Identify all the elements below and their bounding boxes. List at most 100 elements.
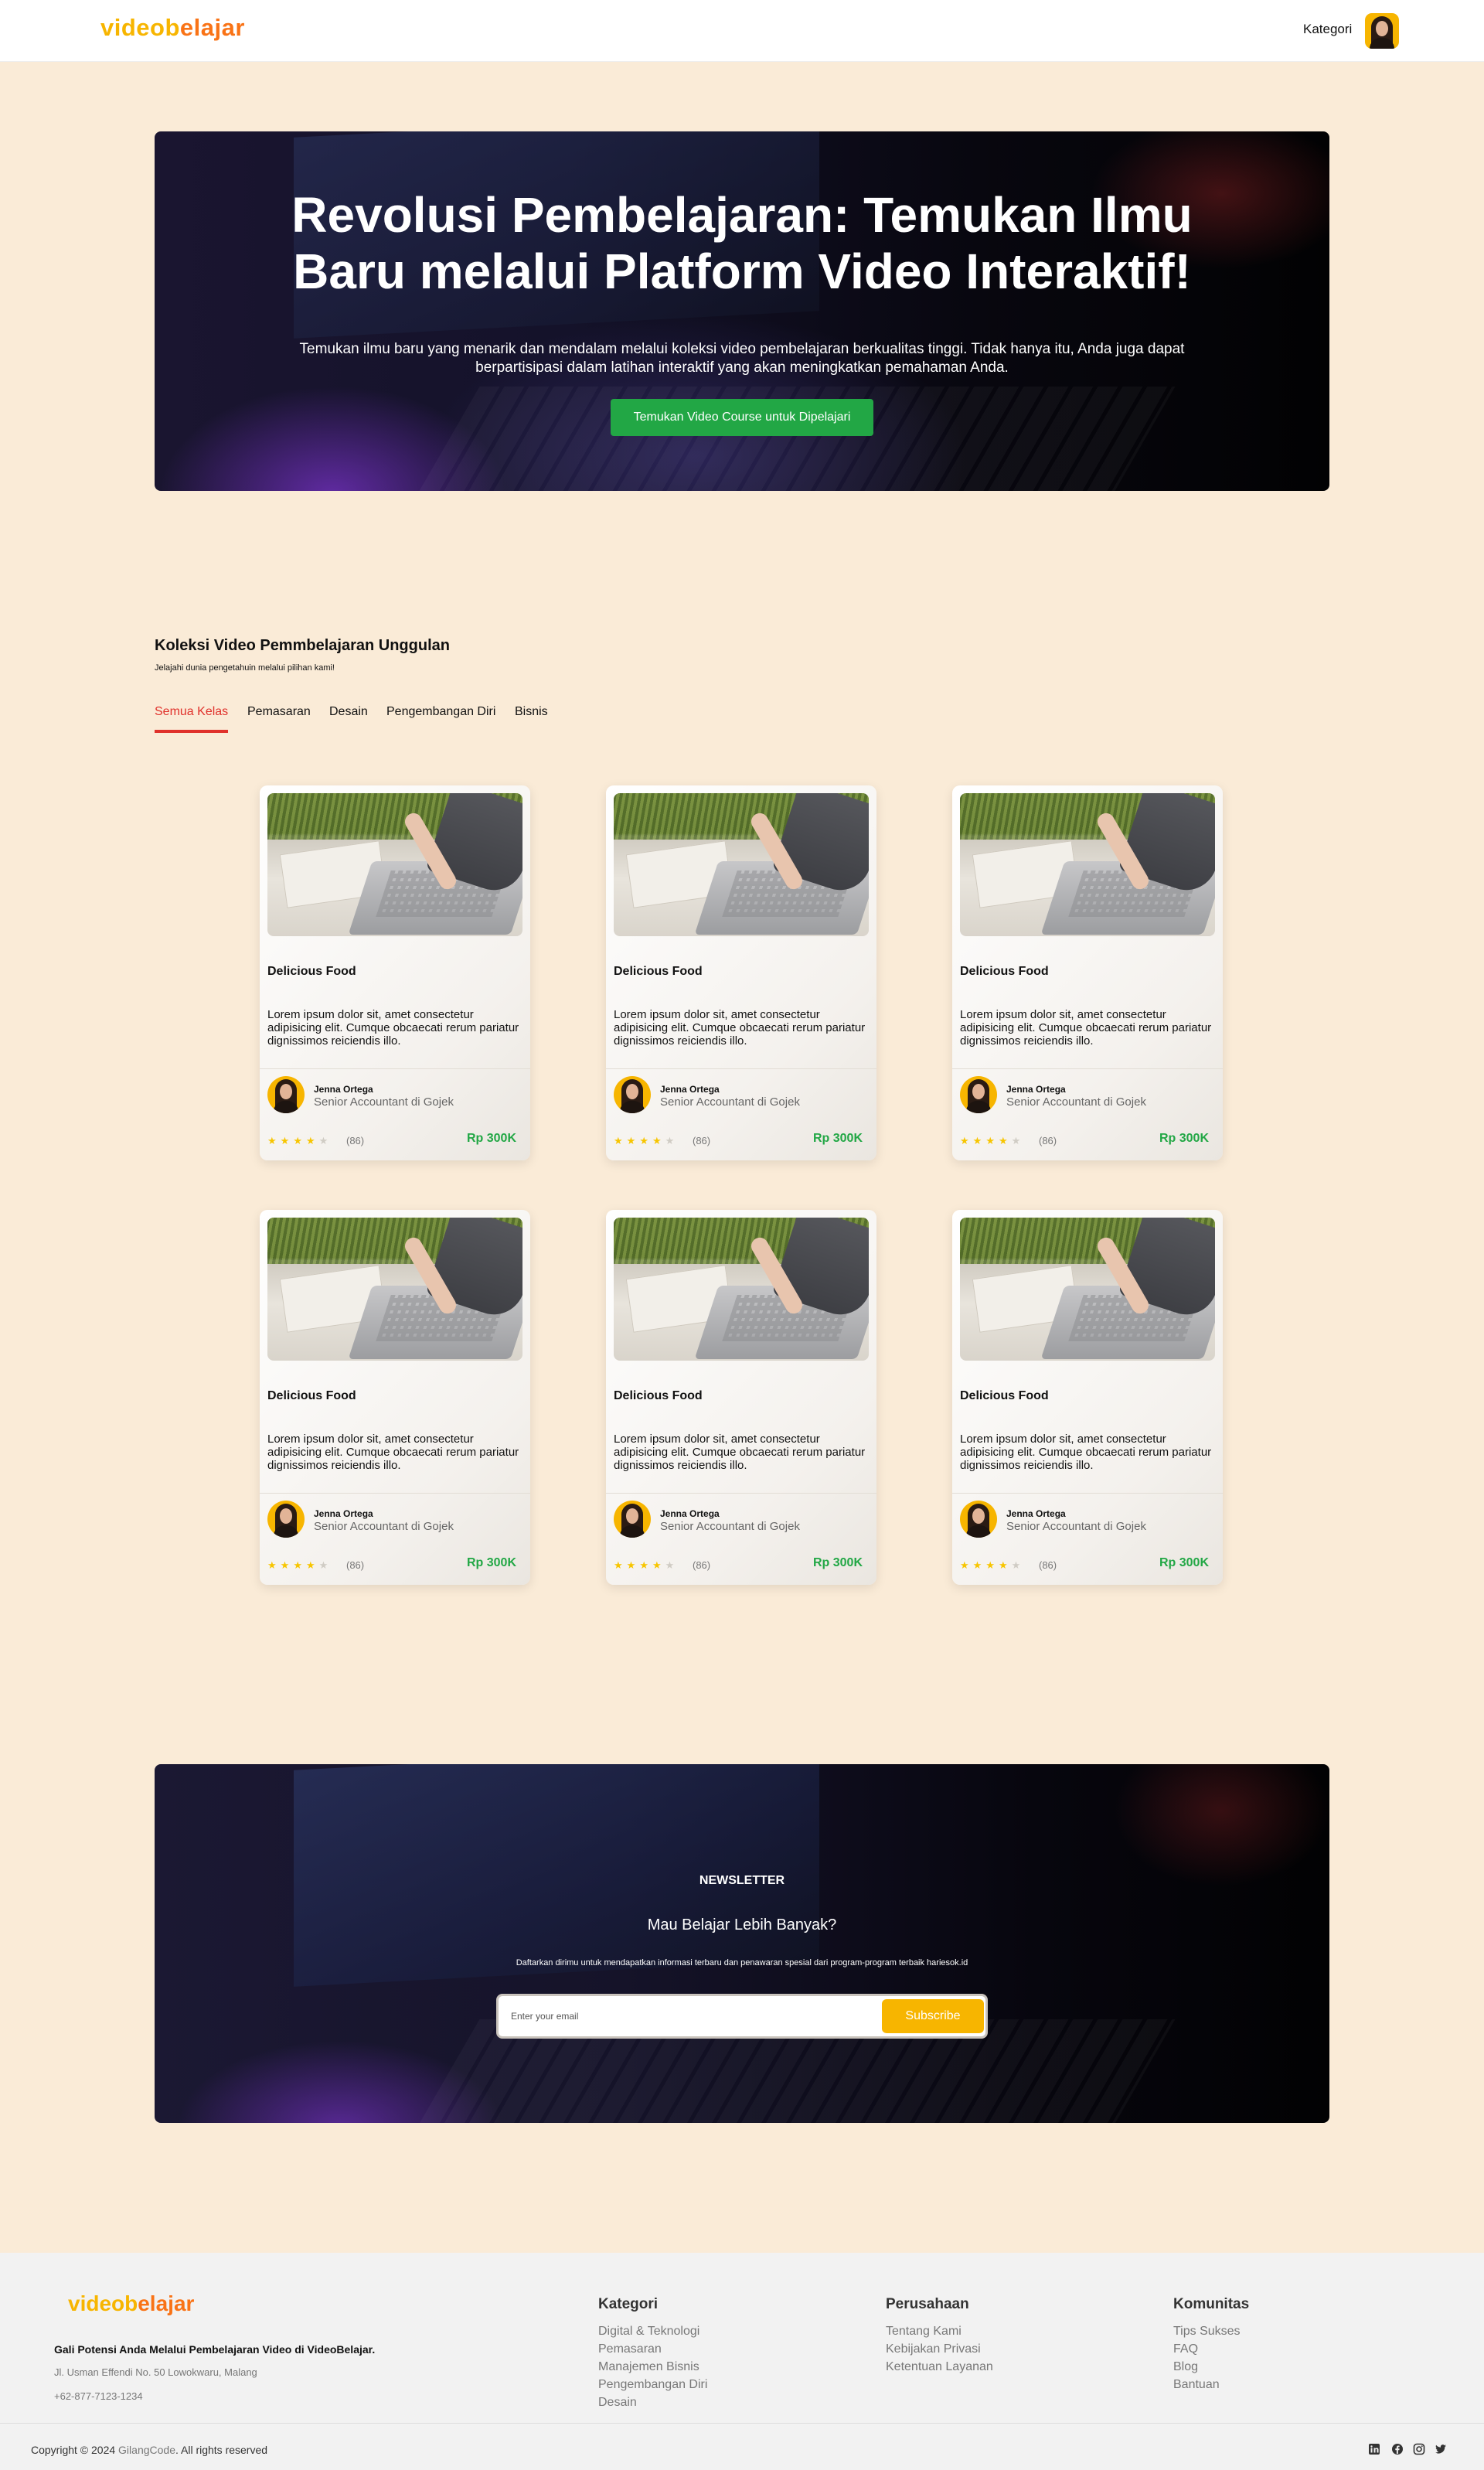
course-title: Delicious Food xyxy=(960,1389,1049,1402)
course-card[interactable]: Delicious Food Lorem ipsum dolor sit, ame… xyxy=(260,1210,530,1585)
footer-link[interactable]: Pengembangan Diri xyxy=(598,2376,707,2393)
star-icon: ★ xyxy=(626,1135,640,1146)
author-name: Jenna Ortega xyxy=(314,1508,373,1519)
star-icon: ★ xyxy=(280,1135,294,1146)
course-description: Lorem ipsum dolor sit, amet consectetur … xyxy=(960,1433,1212,1472)
course-thumbnail xyxy=(614,793,869,936)
author-avatar xyxy=(960,1076,997,1113)
hero-subtitle: Temukan ilmu baru yang menarik dan menda… xyxy=(299,341,1185,376)
facebook-icon[interactable] xyxy=(1391,2443,1404,2455)
course-card[interactable]: Delicious Food Lorem ipsum dolor sit, ame… xyxy=(606,1210,876,1585)
footer-link[interactable]: Blog xyxy=(1173,2358,1249,2376)
review-count: (86) xyxy=(346,1135,365,1146)
tab-semua-kelas[interactable]: Semua Kelas xyxy=(155,705,229,733)
star-icon: ★ xyxy=(972,1135,986,1146)
hero-title: Revolusi Pembelajaran: Temukan Ilmu Baru… xyxy=(155,187,1329,300)
review-count: (86) xyxy=(1039,1559,1057,1571)
newsletter-section: NEWSLETTER Mau Belajar Lebih Banyak? Daf… xyxy=(155,1764,1329,2123)
author-role: Senior Accountant di Gojek xyxy=(314,1095,454,1109)
star-icon: ★ xyxy=(614,1135,627,1146)
star-icon: ★ xyxy=(652,1559,665,1571)
email-input[interactable] xyxy=(511,2004,851,2029)
collection-subtitle: Jelajahi dunia pengetahuin melalui pilih… xyxy=(155,663,335,673)
card-divider xyxy=(952,1493,1223,1494)
star-icon: ★ xyxy=(293,1135,306,1146)
footer-link[interactable]: Ketentuan Layanan xyxy=(886,2358,993,2376)
footer-logo-part1: videob xyxy=(68,2291,138,2315)
logo[interactable]: videobelajar xyxy=(100,14,245,42)
star-icon: ★ xyxy=(293,1559,306,1571)
course-description: Lorem ipsum dolor sit, amet consectetur … xyxy=(614,1008,866,1048)
course-card[interactable]: Delicious Food Lorem ipsum dolor sit, ame… xyxy=(606,785,876,1160)
instagram-icon[interactable] xyxy=(1413,2443,1425,2455)
card-divider xyxy=(260,1493,530,1494)
course-title: Delicious Food xyxy=(614,965,703,978)
footer-link[interactable]: Bantuan xyxy=(1173,2376,1249,2393)
linkedin-icon[interactable] xyxy=(1368,2443,1380,2455)
hero-cta-button[interactable]: Temukan Video Course untuk Dipelajari xyxy=(611,399,873,436)
card-divider xyxy=(952,1068,1223,1069)
course-card[interactable]: Delicious Food Lorem ipsum dolor sit, ame… xyxy=(952,1210,1223,1585)
subscribe-button[interactable]: Subscribe xyxy=(882,1999,984,2033)
course-thumbnail xyxy=(267,793,522,936)
footer-col-komunitas: Komunitas Tips Sukses FAQ Blog Bantuan xyxy=(1173,2296,1249,2393)
footer-col-perusahaan: Perusahaan Tentang Kami Kebijakan Privas… xyxy=(886,2296,993,2376)
course-title: Delicious Food xyxy=(267,965,356,978)
nav-kategori-link[interactable]: Kategori xyxy=(1303,22,1352,37)
star-icon: ★ xyxy=(960,1135,973,1146)
star-icon: ★ xyxy=(305,1559,319,1571)
footer-link[interactable]: Kebijakan Privasi xyxy=(886,2340,993,2358)
tab-pengembangan-diri[interactable]: Pengembangan Diri xyxy=(386,705,495,730)
hero-banner: Revolusi Pembelajaran: Temukan Ilmu Baru… xyxy=(155,131,1329,491)
course-description: Lorem ipsum dolor sit, amet consectetur … xyxy=(267,1433,519,1472)
footer-link[interactable]: FAQ xyxy=(1173,2340,1249,2358)
footer-link[interactable]: Tips Sukses xyxy=(1173,2322,1249,2340)
course-thumbnail xyxy=(614,1218,869,1361)
footer-col-title: Komunitas xyxy=(1173,2296,1250,2312)
card-divider xyxy=(606,1068,876,1069)
footer-logo[interactable]: videobelajar xyxy=(68,2291,194,2316)
author-avatar xyxy=(960,1501,997,1538)
course-price: Rp 300K xyxy=(466,1132,516,1145)
logo-part1: videob xyxy=(100,14,180,41)
author-avatar xyxy=(267,1501,305,1538)
footer-link[interactable]: Tentang Kami xyxy=(886,2322,993,2340)
footer-link[interactable]: Manajemen Bisnis xyxy=(598,2358,707,2376)
star-icon: ★ xyxy=(985,1559,999,1571)
collection-title: Koleksi Video Pemmbelajaran Unggulan xyxy=(155,637,450,654)
star-icon: ★ xyxy=(318,1559,332,1571)
card-divider xyxy=(260,1068,530,1069)
star-icon: ★ xyxy=(1011,1135,1025,1146)
logo-part2: elajar xyxy=(179,14,245,41)
author-role: Senior Accountant di Gojek xyxy=(660,1095,800,1109)
footer-link[interactable]: Pemasaran xyxy=(598,2340,707,2358)
course-price: Rp 300K xyxy=(812,1132,863,1145)
star-icon: ★ xyxy=(614,1559,627,1571)
user-avatar[interactable] xyxy=(1365,13,1399,49)
rating-stars: ★★★★★ xyxy=(267,1135,332,1147)
author-avatar xyxy=(267,1076,305,1113)
author-role: Senior Accountant di Gojek xyxy=(1006,1095,1146,1109)
tab-pemasaran[interactable]: Pemasaran xyxy=(247,705,311,730)
copyright-brand[interactable]: GilangCode xyxy=(118,2444,175,2456)
footer-col-title: Kategori xyxy=(598,2296,659,2312)
course-card[interactable]: Delicious Food Lorem ipsum dolor sit, ame… xyxy=(952,785,1223,1160)
footer-link[interactable]: Digital & Teknologi xyxy=(598,2322,707,2340)
star-icon: ★ xyxy=(639,1559,652,1571)
tab-desain[interactable]: Desain xyxy=(329,705,368,730)
course-price: Rp 300K xyxy=(812,1556,863,1569)
course-card[interactable]: Delicious Food Lorem ipsum dolor sit, ame… xyxy=(260,785,530,1160)
rating-stars: ★★★★★ xyxy=(267,1559,332,1572)
star-icon: ★ xyxy=(305,1135,319,1146)
footer-logo-part2: elajar xyxy=(138,2291,195,2315)
star-icon: ★ xyxy=(998,1559,1012,1571)
footer-link[interactable]: Desain xyxy=(598,2393,707,2411)
author-name: Jenna Ortega xyxy=(1006,1084,1066,1095)
tab-bisnis[interactable]: Bisnis xyxy=(515,705,548,730)
course-description: Lorem ipsum dolor sit, amet consectetur … xyxy=(960,1008,1212,1048)
twitter-icon[interactable] xyxy=(1435,2443,1447,2455)
star-icon: ★ xyxy=(267,1135,281,1146)
course-description: Lorem ipsum dolor sit, amet consectetur … xyxy=(614,1433,866,1472)
course-thumbnail xyxy=(960,1218,1215,1361)
copyright-prefix: Copyright © 2024 xyxy=(31,2444,116,2456)
